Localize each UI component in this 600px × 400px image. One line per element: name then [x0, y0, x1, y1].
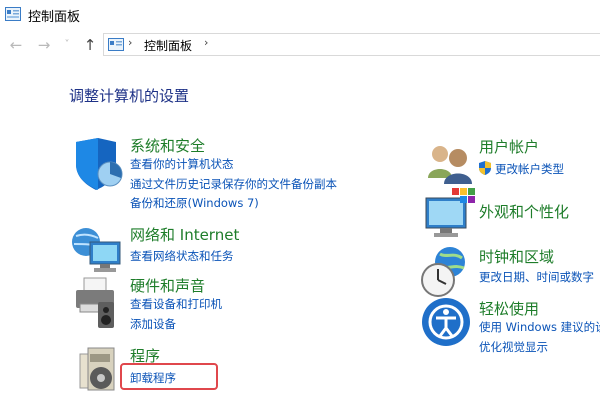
control-panel-small-icon	[108, 38, 124, 51]
link-view-computer-status[interactable]: 查看你的计算机状态	[130, 156, 234, 172]
link-devices-printers[interactable]: 查看设备和打印机	[130, 296, 222, 312]
control-panel-icon	[5, 7, 21, 21]
title-bar: 控制面板	[0, 0, 600, 30]
back-arrow-icon[interactable]: ←	[6, 34, 26, 56]
category-ease-of-access[interactable]: 轻松使用	[479, 298, 539, 319]
category-system-security[interactable]: 系统和安全	[130, 135, 205, 156]
link-change-date-time[interactable]: 更改日期、时间或数字	[479, 269, 594, 285]
shield-icon[interactable]	[70, 136, 126, 192]
network-icon[interactable]	[70, 222, 126, 278]
programs-icon[interactable]	[70, 342, 126, 398]
forward-arrow-icon[interactable]: →	[34, 34, 54, 56]
category-clock-region[interactable]: 时钟和区域	[479, 246, 554, 267]
page-heading: 调整计算机的设置	[69, 87, 190, 105]
breadcrumb-control-panel[interactable]: 控制面板	[144, 37, 192, 54]
ease-of-access-icon[interactable]	[420, 296, 476, 352]
link-add-device[interactable]: 添加设备	[130, 316, 176, 332]
window-title: 控制面板	[28, 10, 81, 25]
users-icon[interactable]	[422, 136, 478, 192]
link-change-account-type[interactable]: 更改帐户类型	[495, 161, 564, 177]
category-network-internet[interactable]: 网络和 Internet	[130, 224, 239, 245]
breadcrumb-separator-icon[interactable]: ›	[128, 36, 132, 49]
link-view-network-status[interactable]: 查看网络状态和任务	[130, 248, 234, 264]
breadcrumb-separator-icon[interactable]: ›	[204, 36, 208, 49]
category-appearance-personalization[interactable]: 外观和个性化	[479, 201, 569, 222]
link-backup-restore[interactable]: 备份和还原(Windows 7)	[130, 195, 259, 211]
control-panel-window: 控制面板 ← → ˅ ↑ › 控制面板 › 调整计算机的设置 系统和安全 查看你…	[0, 0, 600, 400]
monitor-icon[interactable]	[422, 186, 478, 242]
up-arrow-icon[interactable]: ↑	[80, 34, 100, 56]
uac-shield-icon	[479, 161, 491, 175]
link-windows-recommended-settings[interactable]: 使用 Windows 建议的设	[479, 319, 600, 335]
address-bar[interactable]: › 控制面板 ›	[103, 33, 600, 56]
link-file-history-backup[interactable]: 通过文件历史记录保存你的文件备份副本	[130, 176, 337, 192]
printer-icon[interactable]	[70, 276, 126, 332]
highlight-box	[120, 363, 218, 390]
recent-locations-chevron-icon[interactable]: ˅	[61, 34, 73, 56]
link-optimize-visual-display[interactable]: 优化视觉显示	[479, 339, 548, 355]
category-hardware-sound[interactable]: 硬件和声音	[130, 275, 205, 296]
clock-globe-icon[interactable]	[418, 244, 474, 300]
category-user-accounts[interactable]: 用户帐户	[479, 136, 539, 157]
